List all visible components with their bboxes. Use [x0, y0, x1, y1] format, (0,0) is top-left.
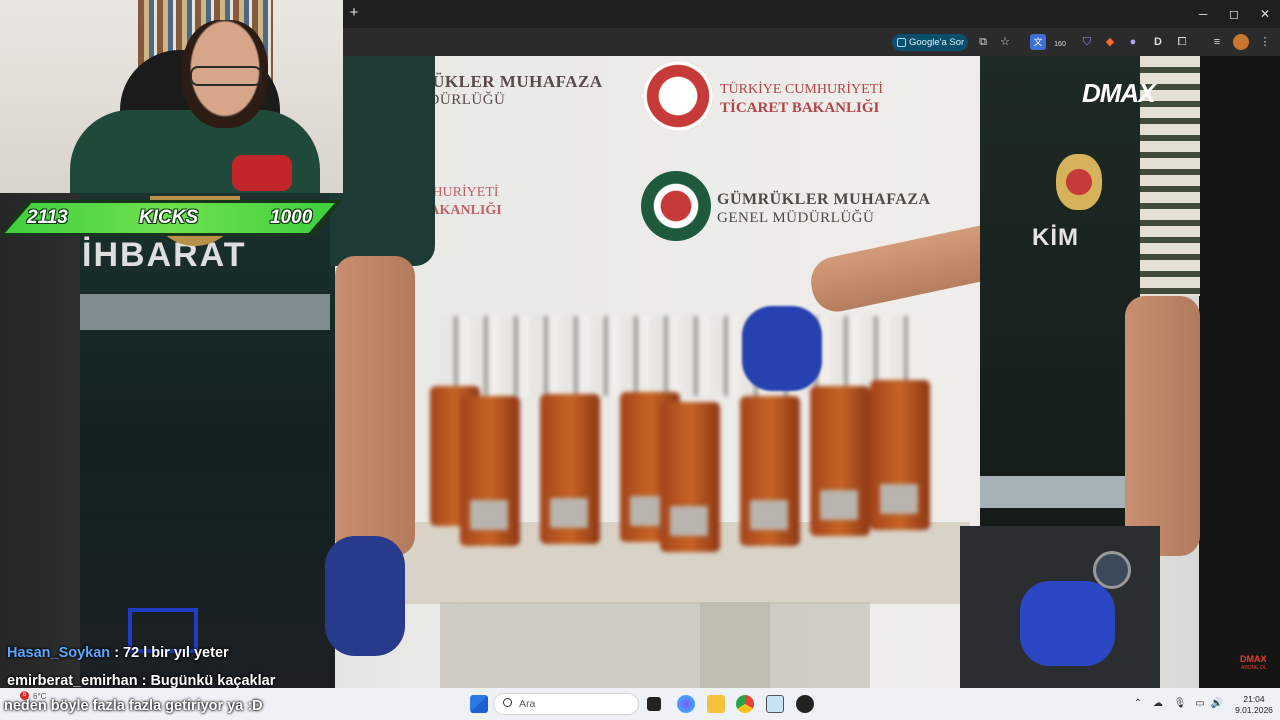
officer-left-vest-text: İHBARAT	[82, 236, 247, 274]
officer-right-forearm	[1125, 296, 1200, 556]
d-extension-letter: D	[1154, 36, 1162, 48]
customs-text-line2: GENEL MÜDÜRLÜĞÜ	[717, 210, 875, 226]
obs-icon[interactable]	[796, 695, 814, 713]
tray-chevron-icon[interactable]: ⌃	[1131, 697, 1145, 711]
file-explorer-icon[interactable]	[707, 695, 725, 713]
chat-message: Hasan_Soykan : 72 l bir yıl yeter	[7, 644, 229, 662]
task-view-icon[interactable]	[647, 697, 661, 711]
chat-username: Hasan_Soykan	[7, 645, 111, 661]
bottle	[660, 402, 720, 552]
weather-badge[interactable]: 6	[20, 691, 29, 700]
chat-username: emirberat_emirhan	[7, 673, 138, 689]
officer-left-glove	[325, 536, 405, 656]
menu-icon[interactable]: ⋮	[1257, 34, 1273, 50]
list-icon[interactable]: ≡	[1209, 34, 1225, 50]
volume-icon[interactable]: 🔊	[1210, 697, 1224, 711]
star-icon[interactable]: ☆	[997, 34, 1013, 50]
officer-left-arm	[335, 256, 415, 556]
officer-left-reflective-strip	[80, 294, 330, 330]
tab-strip	[343, 0, 1280, 28]
chat-text: : 72 l bir yıl yeter	[114, 645, 229, 661]
customs-text-line1: GÜMRÜKLER MUHAFAZA	[717, 191, 931, 208]
clock-time[interactable]: 21:04	[1232, 694, 1276, 704]
google-ask-label: Google'a Sor	[909, 37, 965, 48]
cloud-icon[interactable]: ●	[1125, 34, 1141, 50]
translate-icon[interactable]: 文	[1030, 34, 1046, 50]
streamer-glasses	[190, 66, 262, 86]
new-tab-button[interactable]: +	[346, 5, 362, 21]
taskbar-search[interactable]: Ara	[493, 693, 639, 715]
google-ask-button[interactable]: Google'a Sor	[892, 34, 968, 51]
officer-right-glove	[742, 306, 822, 391]
fox-icon[interactable]: ◆	[1102, 34, 1118, 50]
bottle	[460, 396, 520, 546]
minimize-button[interactable]: ─	[1190, 4, 1216, 24]
webcam-overlay	[0, 0, 343, 193]
officer-right-glove-hand	[1020, 581, 1115, 666]
chat-text: : Bugünkü kaçaklar	[141, 673, 276, 689]
officer-right: KİM	[742, 56, 1200, 688]
close-button[interactable]: ✕	[1252, 4, 1278, 24]
onedrive-icon[interactable]: ☁	[1151, 697, 1165, 711]
network-icon[interactable]: ▭	[1193, 697, 1207, 711]
bottle-group	[420, 306, 940, 556]
lens-icon	[897, 38, 906, 47]
bottle	[740, 396, 800, 546]
dmax-corner-subscribe[interactable]: ABONE OL	[1241, 665, 1267, 671]
dmax-corner-logo[interactable]: DMAX	[1240, 654, 1267, 664]
profile-icon[interactable]	[1233, 34, 1249, 50]
ministry-text-line1: TÜRKİYE CUMHURİYETİ	[720, 82, 883, 97]
ministry-text-line2: TİCARET BAKANLIĞI	[720, 100, 880, 116]
microphone-icon	[232, 155, 292, 191]
search-icon	[503, 698, 512, 707]
kicks-left-count: 2113	[27, 207, 68, 228]
ministry-seal	[643, 61, 713, 131]
cast-icon[interactable]: ⧉	[975, 34, 991, 50]
officer-left-sleeve	[330, 56, 435, 266]
officer-right-badge	[1056, 154, 1102, 210]
start-icon[interactable]	[470, 695, 488, 713]
d-extension-icon[interactable]: D	[1150, 34, 1166, 50]
copilot-icon[interactable]	[677, 695, 695, 713]
ministry-text: TÜRKİYE CUMHURİYETİ TİCARET BAKANLIĞI	[720, 81, 883, 117]
customs-seal-center	[641, 171, 711, 241]
snipping-tool-icon[interactable]	[766, 695, 784, 713]
extension-badge-icon[interactable]: 160	[1052, 34, 1068, 50]
puzzle-icon[interactable]: ⧠	[1174, 34, 1190, 50]
extension-badge-count: 160	[1054, 41, 1066, 48]
bottle	[870, 380, 930, 530]
watch-icon	[1093, 551, 1131, 589]
customs-text: GÜMRÜKLER MUHAFAZA GENEL MÜDÜRLÜĞÜ	[717, 190, 931, 228]
mic-icon[interactable]: 🎙	[1173, 697, 1187, 711]
officer-right-vest-text: KİM	[1032, 224, 1079, 251]
bottle	[540, 394, 600, 544]
clock-date[interactable]: 9.01.2026	[1232, 705, 1276, 715]
kicks-right-count: 1000	[270, 207, 313, 228]
maximize-button[interactable]: ◻	[1221, 4, 1247, 24]
shield-icon[interactable]: ⛉	[1079, 34, 1095, 50]
table-shadow	[440, 602, 870, 688]
kicks-label: KICKS	[139, 207, 199, 228]
bottle	[810, 386, 870, 536]
chrome-icon[interactable]	[736, 695, 754, 713]
dmax-logo: DMAX	[1082, 78, 1156, 108]
weather-temp[interactable]: 6°C	[33, 692, 46, 702]
bottle-necks	[440, 316, 920, 396]
